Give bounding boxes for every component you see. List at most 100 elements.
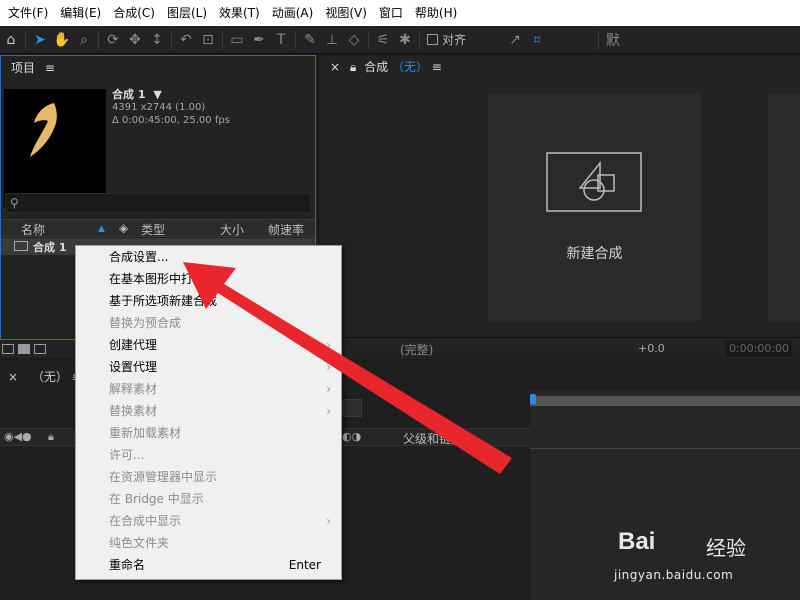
- menu-item-rename[interactable]: 重命名 Enter: [76, 554, 341, 576]
- search-icon: ⚲: [10, 196, 19, 210]
- menu-item-reveal-in-explorer: 在资源管理器中显示: [76, 466, 341, 488]
- menu-item-set-proxy[interactable]: 设置代理 ›: [76, 356, 341, 378]
- checkbox-box[interactable]: [427, 34, 438, 45]
- lock-icon[interactable]: 🔒︎: [48, 430, 54, 444]
- menu-item-comp-settings[interactable]: 合成设置...: [76, 246, 341, 268]
- col-name[interactable]: 名称: [21, 221, 45, 238]
- dolly-camera-icon[interactable]: ↕: [146, 29, 168, 51]
- close-icon[interactable]: ×: [8, 370, 18, 384]
- viewer-tab[interactable]: × 🔒︎ 合成 （无） ≡: [330, 58, 442, 75]
- selection-tool-icon[interactable]: ➤: [29, 29, 51, 51]
- new-comp-icon[interactable]: [34, 344, 46, 354]
- col-type[interactable]: 类型: [141, 221, 165, 238]
- composition-icon: [14, 241, 28, 251]
- eraser-tool-icon[interactable]: ◇: [343, 29, 365, 51]
- menu-window[interactable]: 窗口: [373, 0, 409, 26]
- watermark-logo: Bai: [618, 528, 656, 555]
- orbit-camera-icon[interactable]: ⟳: [102, 29, 124, 51]
- parent-link-column[interactable]: 父级和链接: [403, 430, 463, 447]
- align-checkbox[interactable]: 对齐: [427, 31, 466, 48]
- menu-item-interpret-footage: 解释素材 ›: [76, 378, 341, 400]
- resolution-select[interactable]: (完整): [400, 341, 433, 358]
- timeline-tab[interactable]: × （无） ≡: [8, 368, 82, 385]
- context-menu: 合成设置... 在基本图形中打开 基于所选项新建合成 替换为预合成 创建代理 › …: [75, 245, 342, 580]
- menu-item-label: 替换素材: [109, 404, 158, 418]
- viewer-controls: (完整) +0.0 0:00:00:00: [320, 337, 800, 359]
- time-ruler[interactable]: [530, 396, 800, 406]
- project-search-input[interactable]: ⚲: [5, 193, 311, 213]
- motion-blur-icon[interactable]: ◐◑: [342, 430, 361, 443]
- new-folder-icon[interactable]: [18, 344, 30, 354]
- menu-item-license: 许可...: [76, 444, 341, 466]
- roto-brush-icon[interactable]: ⚟: [372, 29, 394, 51]
- rotate-tool-icon[interactable]: ↶: [175, 29, 197, 51]
- timecode-field[interactable]: 0:00:00:00: [726, 341, 792, 357]
- playhead-handle[interactable]: [530, 394, 536, 404]
- menu-item-create-proxy[interactable]: 创建代理 ›: [76, 334, 341, 356]
- comp-thumbnail: [4, 89, 106, 207]
- project-column-header: 名称 ▲ ◈ 类型 大小 帧速率: [1, 219, 315, 237]
- clone-stamp-icon[interactable]: ⊥: [321, 29, 343, 51]
- menu-item-label: 设置代理: [109, 360, 158, 374]
- hand-tool-icon[interactable]: ✋: [51, 29, 73, 51]
- menu-item-open-essential-graphics[interactable]: 在基本图形中打开: [76, 268, 341, 290]
- label-tag-icon[interactable]: ◈: [119, 221, 128, 235]
- menu-view[interactable]: 视图(V): [319, 0, 373, 26]
- snap-icon[interactable]: ↗: [504, 29, 526, 51]
- menu-item-replace-with-precomp: 替换为预合成: [76, 312, 341, 334]
- puppet-pin-icon[interactable]: ✱: [394, 29, 416, 51]
- toolbar-divider: [98, 30, 99, 49]
- zoom-tool-icon[interactable]: ⌕: [73, 29, 95, 51]
- new-comp-label: 新建合成: [566, 246, 623, 262]
- menu-edit[interactable]: 编辑(E): [54, 0, 107, 26]
- interpret-footage-icon[interactable]: [2, 344, 14, 354]
- exposure-value[interactable]: +0.0: [638, 342, 665, 355]
- dropdown-triangle-icon[interactable]: ▼: [153, 88, 161, 101]
- menu-item-new-comp-from-selection[interactable]: 基于所选项新建合成: [76, 290, 341, 312]
- menu-composition[interactable]: 合成(C): [107, 0, 161, 26]
- toolbar-divider: [25, 30, 26, 49]
- pen-tool-icon[interactable]: ✒: [248, 29, 270, 51]
- panel-menu-icon[interactable]: ≡: [432, 60, 442, 74]
- timeline-search-field[interactable]: [340, 399, 362, 417]
- rectangle-tool-icon[interactable]: ▭: [226, 29, 248, 51]
- viewer-none-label: （无）: [391, 60, 428, 74]
- av-switches-icon[interactable]: ◉◀●: [4, 430, 32, 443]
- submenu-chevron-icon: ›: [326, 382, 331, 396]
- toolbar-divider: [598, 30, 600, 49]
- menu-item-label: 重新加载素材: [109, 426, 182, 440]
- sort-arrow-icon[interactable]: ▲: [98, 224, 105, 234]
- lock-icon[interactable]: 🔒︎: [350, 60, 356, 74]
- menu-item-label: 替换为预合成: [109, 316, 182, 330]
- menu-file[interactable]: 文件(F): [2, 0, 54, 26]
- menu-item-label: 创建代理: [109, 338, 158, 352]
- menu-animation[interactable]: 动画(A): [266, 0, 320, 26]
- project-title-label: 项目: [11, 61, 36, 75]
- col-size[interactable]: 大小: [220, 221, 244, 238]
- snap-grid-icon[interactable]: ⌗: [526, 29, 548, 51]
- menu-help[interactable]: 帮助(H): [409, 0, 463, 26]
- menu-item-solids-folder: 纯色文件夹: [76, 532, 341, 554]
- comp-name-label: 合成 1: [112, 88, 146, 101]
- project-panel-title[interactable]: 项目 ≡: [11, 59, 55, 76]
- toolbar-divider: [222, 30, 223, 49]
- close-icon[interactable]: ×: [330, 60, 340, 74]
- menu-item-label: 纯色文件夹: [109, 536, 170, 550]
- anchor-tool-icon[interactable]: ⊡: [197, 29, 219, 51]
- tools-panel: ⌂ ➤ ✋ ⌕ ⟳ ✥ ↕ ↶ ⊡ ▭ ✒ T ✎ ⊥ ◇ ⚟ ✱ 对齐 ↗ ⌗…: [0, 26, 800, 54]
- new-composition-icon: [546, 152, 642, 212]
- col-fps[interactable]: 帧速率: [268, 221, 304, 238]
- ae-window: 文件(F) 编辑(E) 合成(C) 图层(L) 效果(T) 动画(A) 视图(V…: [0, 0, 800, 600]
- pan-camera-icon[interactable]: ✥: [124, 29, 146, 51]
- type-tool-icon[interactable]: T: [270, 29, 292, 51]
- panel-menu-icon[interactable]: ≡: [45, 61, 55, 75]
- new-comp-from-footage-card[interactable]: [768, 93, 800, 321]
- menu-bar: 文件(F) 编辑(E) 合成(C) 图层(L) 效果(T) 动画(A) 视图(V…: [0, 0, 800, 26]
- home-icon[interactable]: ⌂: [0, 29, 22, 51]
- menu-layer[interactable]: 图层(L): [161, 0, 213, 26]
- menu-effect[interactable]: 效果(T): [213, 0, 266, 26]
- toolbar-divider: [171, 30, 172, 49]
- new-comp-card[interactable]: 新建合成: [488, 93, 701, 321]
- brush-tool-icon[interactable]: ✎: [299, 29, 321, 51]
- workspace-icon[interactable]: 默: [602, 29, 624, 51]
